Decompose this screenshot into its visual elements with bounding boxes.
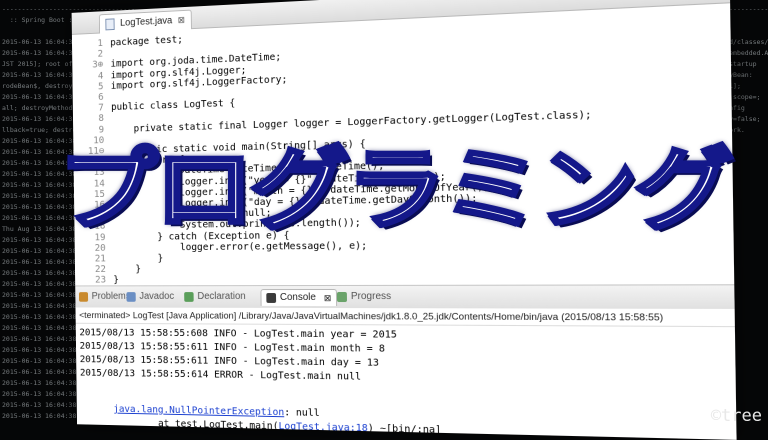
terminal-line: :: Spring Boot :: [2,15,76,26]
terminal-line: 2015-06-13 16:04:38 [2,389,76,400]
code-text: public class LogTest { [111,98,235,113]
terminal-line: 2015-06-13 16:04:38 [2,334,76,345]
code-text: } [113,275,119,286]
terminal-line: 2015-06-13 16:04:37 [2,92,76,103]
close-icon[interactable]: ⊠ [324,290,332,306]
console-line: 2015/08/13 15:58:55:608 INFO - LogTest.m… [79,327,397,342]
credit-text: ©tree [711,406,762,426]
declaration-icon [184,292,194,302]
terminal-line: 2015-06-13 16:04:38 [2,367,76,378]
view-tab-label: Progress [351,289,391,305]
view-tab-label: Problems [92,289,131,304]
terminal-line: 2015-06-13 16:04:38 [2,279,76,290]
view-tab-problems[interactable]: Problems [79,289,131,304]
stack-trace-link[interactable]: LogTest.java:18 [278,421,367,434]
close-icon[interactable]: ⊠ [178,11,185,30]
terminal-line: 2015-06-13 16:04:37. [2,48,80,59]
terminal-line: 2015-06-13 16:04:38 [2,323,76,334]
stack-trace-line: at test.LogTest.main(LogTest.java:18) ~[… [80,403,441,423]
view-tab-label: Declaration [197,289,245,305]
terminal-line: 2015-06-13 16:04:37 [2,70,76,81]
java-file-icon [105,18,114,30]
console-icon [266,293,276,303]
terminal-line: JST 2015]; root of c [2,59,80,70]
terminal-line: 2015-06-13 16:04:38 [2,400,76,411]
view-tab-label: Console [280,290,316,306]
terminal-line: 2015-06-13 16:04:38 [2,345,76,356]
console-line: 2015/08/13 15:58:55:614 ERROR - LogTest.… [80,367,361,384]
terminal-line: 2015-06-13 16:04:38 [2,378,76,389]
title-banner: プログラミング [0,125,768,255]
console-view: <terminated> LogTest [Java Application] … [76,307,737,439]
problems-icon [79,292,88,302]
view-tab-label: Javadoc [139,289,174,305]
view-tab-javadoc[interactable]: Javadoc [126,289,174,305]
terminal-line: 2015-06-13 16:04:37. [2,37,80,48]
view-tab-console[interactable]: Console ⊠ [260,289,337,306]
page-title: プログラミング [58,132,730,249]
progress-icon [337,292,347,302]
terminal-line: 2015-06-13 16:04:37 [2,114,76,125]
view-tab-bar: Problems Javadoc Declaration Console ⊠ Progre… [75,284,734,310]
terminal-line: 2015-06-13 16:04:38 [2,312,76,323]
terminal-line: rodeBean$, destroyMe [2,81,80,92]
terminal-line: 2015-06-13 16:04:38 [2,268,76,279]
console-status: <terminated> LogTest [Java Application] … [76,309,735,327]
stack-trace-suffix: ) ~[bin/:na] [368,423,442,436]
terminal-line: 2015-06-13 16:04:38 [2,290,76,301]
javadoc-icon [126,292,135,302]
terminal-line: all; destroyMethodNa [2,103,80,114]
terminal-line: 2015-06-13 16:04:38 [2,301,76,312]
terminal-line: 2015-06-13 16:04:38 [2,411,76,422]
view-tab-progress[interactable]: Progress [337,289,391,305]
code-text: package test; [110,34,183,48]
terminal-line: 2015-06-13 16:04:38 [2,257,76,268]
view-tab-declaration[interactable]: Declaration [184,289,246,305]
terminal-line: 2015-06-13 16:04:38 [2,356,76,367]
